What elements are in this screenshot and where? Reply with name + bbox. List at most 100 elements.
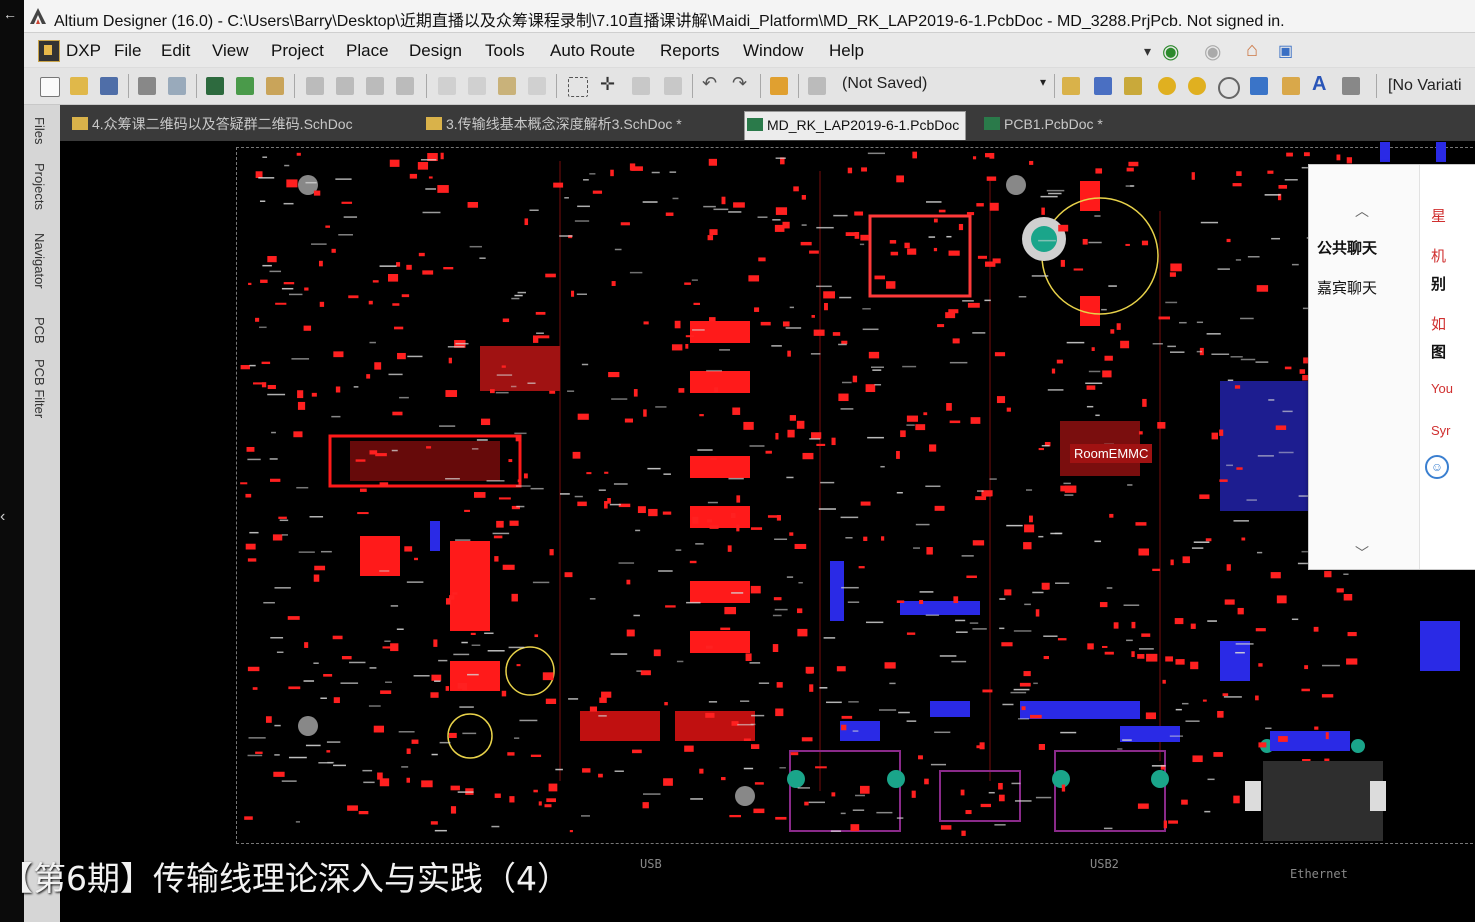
new-file-icon[interactable] [40,77,60,97]
menu-design[interactable]: Design [409,41,462,61]
dxp-icon[interactable] [38,40,60,62]
move-icon[interactable]: ✛ [600,74,618,94]
undo-icon[interactable]: ↶ [702,73,720,93]
forward-nav-icon[interactable]: ◉ [1204,39,1221,64]
document-tabs: 4.众筹课二维码以及答疑群二维码.SchDoc 3.传输线基本概念深度解析3.S… [60,105,1475,141]
menu-edit[interactable]: Edit [161,41,190,61]
redo-icon[interactable]: ↷ [732,73,750,93]
component-icon[interactable] [1342,77,1360,95]
pcb-cap [675,711,755,741]
ethernet-label: Ethernet [1290,867,1348,881]
emoji-icon[interactable]: ☺ [1425,455,1449,479]
browse-icon[interactable] [808,77,826,95]
polygon-icon[interactable] [1282,77,1300,95]
layers-icon[interactable] [206,77,224,95]
deselect-icon[interactable] [664,77,682,95]
highlight-icon[interactable] [770,77,788,95]
zoom-filter-icon[interactable] [396,77,414,95]
menu-help[interactable]: Help [829,41,864,61]
rubber-stamp-icon[interactable] [528,77,546,95]
menu-view[interactable]: View [212,41,249,61]
zoom-fit-icon[interactable] [306,77,324,95]
saved-state-value: (Not Saved) [842,75,928,92]
room-emmc-label: RoomEMMC [1070,444,1153,463]
variant-dropdown[interactable]: [No Variati [1388,77,1462,95]
pcb-ethernet-connector [939,770,1021,822]
dropdown-arrow-icon[interactable]: ▾ [1144,43,1151,60]
toolbar-separator [556,74,557,98]
menu-tools[interactable]: Tools [485,41,525,61]
home-icon[interactable]: ⌂ [1246,39,1258,62]
pcb-layout-art [240,142,1460,841]
menu-project[interactable]: Project [271,41,324,61]
cut-icon[interactable] [438,77,456,95]
chevron-down-icon: ▾ [1039,75,1046,89]
pcbdoc-icon [984,117,1000,130]
diff-pair-icon[interactable] [1124,77,1142,95]
pcb-canvas[interactable]: RoomEMMC USB USB2 Ethernet [60,141,1475,922]
menu-dxp[interactable]: DXP [66,41,101,61]
save-icon[interactable] [100,77,118,95]
panel-tab-pcb[interactable]: PCB [32,317,47,344]
tab-pcb1-pcbdoc[interactable]: PCB1.PcbDoc * [982,111,1103,139]
page-icon[interactable]: ▣ [1278,41,1293,61]
toolbar-separator [1376,74,1377,98]
zoom-selected-icon[interactable] [366,77,384,95]
copy-icon[interactable] [468,77,486,95]
back-nav-icon[interactable]: ◉ [1162,39,1179,64]
board-icon[interactable] [236,77,254,95]
toolbar-separator [294,74,295,98]
pad-icon[interactable] [1158,77,1176,95]
pcb-ic [480,346,560,391]
panel-tab-pcb-filter[interactable]: PCB Filter [32,359,47,418]
pcb-cap [580,711,660,741]
chevron-down-icon[interactable]: ﹀ [1355,543,1369,563]
usb-label: USB [640,857,662,871]
pcb-cap [450,661,500,691]
menu-window[interactable]: Window [743,41,803,61]
arc-icon[interactable] [1218,77,1240,99]
left-screen-strip: ← ‹ [0,0,24,922]
select-area-icon[interactable] [568,77,588,97]
toolbar-separator [692,74,693,98]
panel-tab-projects[interactable]: Projects [32,163,47,210]
menu-auto-route[interactable]: Auto Route [550,41,635,61]
menu-place[interactable]: Place [346,41,389,61]
title-bar: Altium Designer (16.0) - C:\Users\Barry\… [24,0,1475,33]
back-arrow-icon[interactable]: ← [3,6,17,22]
menu-bar: DXP File Edit View Project Place Design … [24,33,1475,67]
chevron-left-icon[interactable]: ‹ [0,508,5,526]
print-icon[interactable] [138,77,156,95]
altium-logo-icon [30,8,46,24]
paste-icon[interactable] [498,77,516,95]
pcb-inductor [690,581,750,603]
route-icon[interactable] [1062,77,1080,95]
saved-state-dropdown[interactable]: (Not Saved) ▾ [842,75,1048,97]
chat-tab-public[interactable]: 公共聊天 [1317,237,1377,258]
chat-fragment: 图 [1431,344,1447,361]
video-caption: 【第6期】传输线理论深入与实践（4） [0,859,570,898]
pcb-cap [360,536,400,576]
chat-panel: ︿ 公共聊天 嘉宾聊天 ﹀ 星 机 别 如 图 You Syr ☺ [1308,164,1475,570]
fill-icon[interactable] [1250,77,1268,95]
window-title: Altium Designer (16.0) - C:\Users\Barry\… [54,13,1285,30]
chat-tab-guest[interactable]: 嘉宾聊天 [1317,277,1377,298]
zoom-area-icon[interactable] [336,77,354,95]
tab-transmission-schdoc[interactable]: 3.传输线基本概念深度解析3.SchDoc * [424,111,682,139]
print-preview-icon[interactable] [168,77,186,95]
menu-file[interactable]: File [114,41,141,61]
menu-reports[interactable]: Reports [660,41,720,61]
open-folder-icon[interactable] [70,77,88,95]
text-icon[interactable]: A [1312,73,1330,95]
tab-qrcode-schdoc[interactable]: 4.众筹课二维码以及答疑群二维码.SchDoc [70,111,353,139]
panel-tab-files[interactable]: Files [32,117,47,144]
panel-tab-navigator[interactable]: Navigator [32,233,47,289]
chevron-up-icon[interactable]: ︿ [1355,201,1369,221]
pcb-usb-connector [789,750,901,832]
interactive-route-icon[interactable] [1094,77,1112,95]
folder-icon[interactable] [266,77,284,95]
move-selection-icon[interactable] [632,77,650,95]
via-icon[interactable] [1188,77,1206,95]
chat-fragment: 机 [1431,248,1447,265]
tab-md-rk-pcbdoc[interactable]: MD_RK_LAP2019-6-1.PcbDoc [744,111,967,140]
